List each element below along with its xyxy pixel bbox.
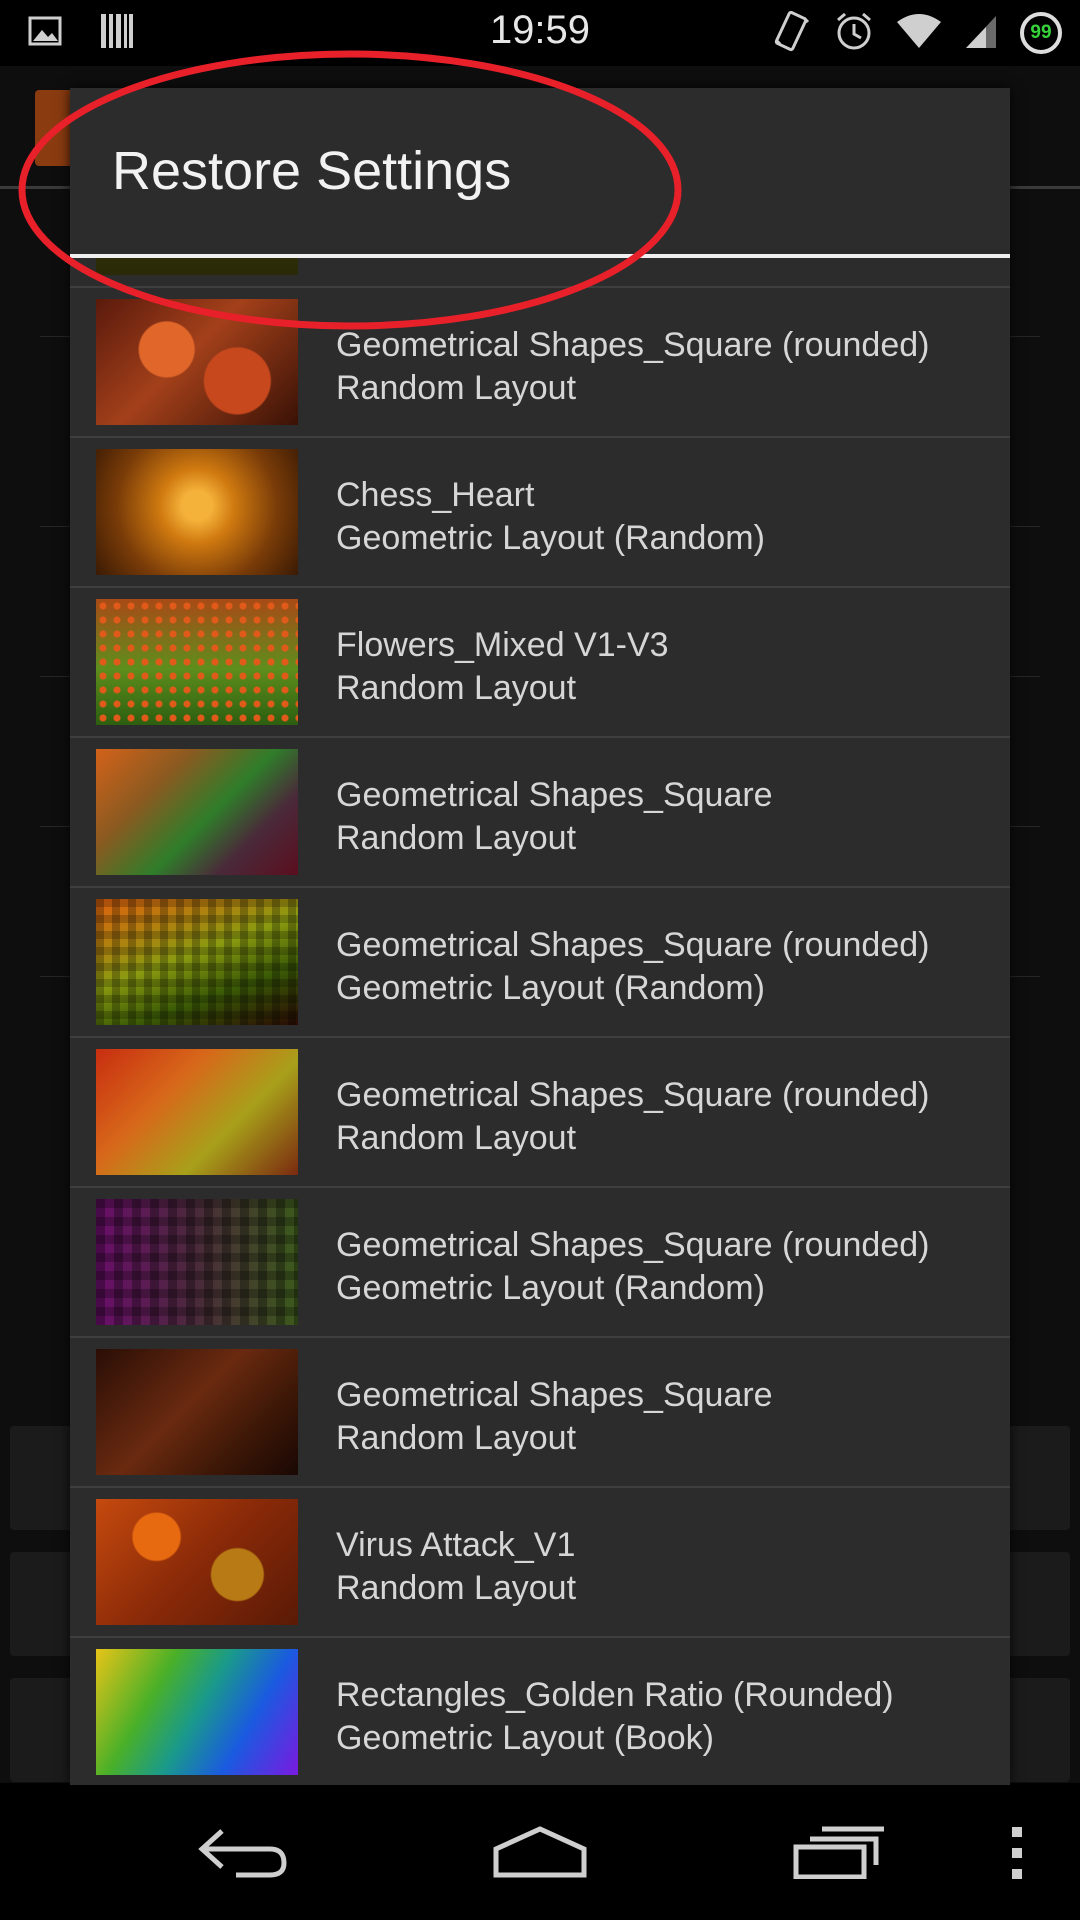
wallpaper-thumbnail	[96, 749, 298, 875]
list-item[interactable]: Geometrical Shapes_Square (rounded) Geom…	[70, 888, 1010, 1038]
item-name: Geometrical Shapes_Square (rounded)	[336, 926, 930, 964]
list-item[interactable]: Geometrical Shapes_Square Random Layout	[70, 1338, 1010, 1488]
wallpaper-thumbnail	[96, 1499, 298, 1625]
settings-list[interactable]: Geometrical Shapes_Square (rounded) Rand…	[70, 258, 1010, 1785]
item-layout: Geometric Layout (Random)	[336, 969, 765, 1007]
wallpaper-thumbnail	[96, 899, 298, 1025]
list-item[interactable]: Rectangles_Golden Ratio (Rounded) Geomet…	[70, 1638, 1010, 1785]
item-layout: Random Layout	[336, 1119, 577, 1157]
list-item[interactable]: Chess_Heart Geometric Layout (Random)	[70, 438, 1010, 588]
home-icon[interactable]	[490, 1825, 590, 1883]
item-layout: Geometric Layout (Book)	[336, 1719, 714, 1757]
item-layout: Random Layout	[336, 669, 577, 707]
item-name: Geometrical Shapes_Square (rounded)	[336, 1076, 930, 1114]
item-name: Virus Attack_V1	[336, 1526, 576, 1564]
overflow-menu-icon[interactable]	[1010, 1825, 1024, 1885]
recent-apps-icon[interactable]	[792, 1825, 886, 1883]
item-layout: Random Layout	[336, 819, 577, 857]
item-name: Geometrical Shapes_Square	[336, 1376, 773, 1414]
list-item[interactable]: Virus Attack_V1 Random Layout	[70, 1488, 1010, 1638]
annotation-ellipse	[18, 50, 682, 330]
item-name: Geometrical Shapes_Square (rounded)	[336, 1226, 930, 1264]
wallpaper-thumbnail	[96, 1049, 298, 1175]
item-name: Geometrical Shapes_Square	[336, 776, 773, 814]
back-icon[interactable]	[196, 1825, 290, 1883]
wallpaper-thumbnail	[96, 1349, 298, 1475]
list-item[interactable]: Geometrical Shapes_Square (rounded) Geom…	[70, 1188, 1010, 1338]
wallpaper-thumbnail	[96, 599, 298, 725]
item-name: Chess_Heart	[336, 476, 535, 514]
item-layout: Geometric Layout (Random)	[336, 1269, 765, 1307]
item-name: Rectangles_Golden Ratio (Rounded)	[336, 1676, 894, 1714]
item-layout: Random Layout	[336, 1419, 577, 1457]
item-name: Flowers_Mixed V1-V3	[336, 626, 669, 664]
navigation-bar	[0, 1785, 1080, 1920]
list-item[interactable]: Flowers_Mixed V1-V3 Random Layout	[70, 588, 1010, 738]
wallpaper-thumbnail	[96, 449, 298, 575]
item-layout: Random Layout	[336, 1569, 577, 1607]
list-item[interactable]: Geometrical Shapes_Square Random Layout	[70, 738, 1010, 888]
item-layout: Geometric Layout (Random)	[336, 519, 765, 557]
wallpaper-thumbnail	[96, 1649, 298, 1775]
list-item[interactable]: Geometrical Shapes_Square (rounded) Rand…	[70, 1038, 1010, 1188]
wallpaper-thumbnail	[96, 1199, 298, 1325]
